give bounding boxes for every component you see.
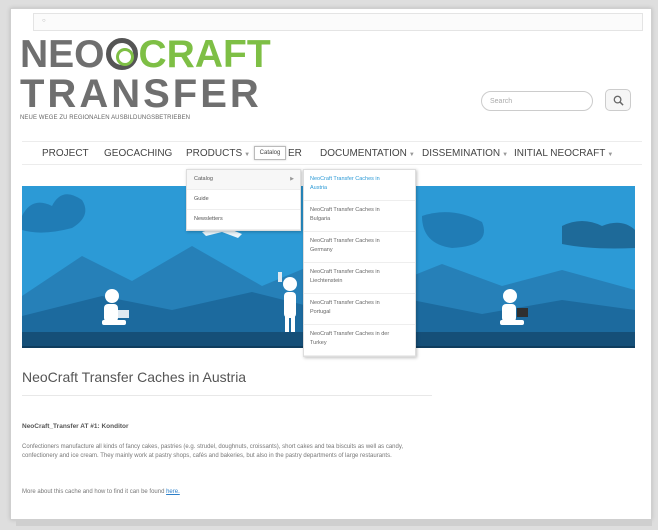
more-info-text: More about this cache and how to find it… — [22, 489, 167, 495]
submenu-line-2: Germany — [310, 247, 333, 253]
menu-item-label: Newsletters — [194, 216, 223, 222]
nav-documentation[interactable]: DOCUMENTATION ▼ — [320, 148, 415, 159]
submenu-line-2: Bulgaria — [310, 216, 331, 222]
menu-item-catalog[interactable]: Catalog ▶ — [187, 170, 300, 190]
submenu-line-2: Liechtenstein — [310, 278, 343, 284]
title-divider — [22, 395, 432, 396]
search-input[interactable]: Search — [481, 91, 593, 111]
submenu-line-2: Austria — [310, 185, 328, 191]
nav-label: PRODUCTS — [186, 148, 243, 159]
nav-partial-item[interactable]: ER — [288, 148, 302, 159]
menu-item-label: Catalog — [194, 176, 213, 182]
main-navigation: PROJECT GEOCACHING PRODUCTS ▼ ER DOCUMENT… — [22, 141, 642, 165]
logo-neo: NEO — [20, 33, 105, 76]
nav-geocaching[interactable]: GEOCACHING — [104, 148, 172, 159]
submenu-item-liechtenstein[interactable]: NeoCraft Transfer Caches in Liechtenstei… — [304, 263, 415, 294]
logo-line-1: NEO CRAFT — [20, 33, 271, 76]
submenu-item-portugal[interactable]: NeoCraft Transfer Caches in Portugal — [304, 294, 415, 325]
menu-item-label: Guide — [194, 196, 209, 202]
more-info-link[interactable]: here. — [166, 489, 180, 495]
browser-address-bar[interactable]: ○ — [33, 13, 643, 31]
menu-item-newsletters[interactable]: Newsletters — [187, 210, 300, 230]
submenu-line-2: Portugal — [310, 309, 331, 315]
search-icon — [613, 95, 624, 106]
chevron-down-icon: ▼ — [244, 152, 251, 158]
page-title: NeoCraft Transfer Caches in Austria — [22, 369, 247, 385]
nav-label: INITIAL NEOCRAFT — [514, 148, 606, 159]
nav-label: PROJECT — [42, 148, 89, 159]
logo-line-2: TRANSFER — [20, 72, 262, 116]
submenu-item-turkey[interactable]: NeoCraft Transfer Caches in der Turkey — [304, 325, 415, 356]
logo-target-icon — [105, 38, 138, 70]
cache-heading: NeoCraft_Transfer AT #1: Konditor — [22, 423, 129, 430]
nav-initial-neocraft[interactable]: INITIAL NEOCRAFT ▼ — [514, 148, 613, 159]
submenu-line-1: NeoCraft Transfer Caches in — [310, 176, 380, 182]
page-bottom-edge — [16, 520, 652, 526]
submenu-line-1: NeoCraft Transfer Caches in — [310, 269, 380, 275]
search-placeholder: Search — [490, 98, 513, 105]
nav-label: GEOCACHING — [104, 148, 173, 159]
menu-item-guide[interactable]: Guide — [187, 190, 300, 210]
site-logo[interactable]: NEO CRAFT TRANSFER NEUE WEGE ZU REGIONALE… — [20, 33, 271, 121]
chevron-down-icon: ▼ — [408, 152, 415, 158]
products-dropdown: Catalog ▶ Guide Newsletters — [186, 169, 301, 231]
nav-label: DOCUMENTATION — [320, 148, 407, 159]
nav-label: ER — [288, 148, 302, 159]
submenu-item-austria[interactable]: NeoCraft Transfer Caches in Austria — [304, 170, 415, 201]
logo-craft: CRAFT — [138, 33, 271, 76]
submenu-item-bulgaria[interactable]: NeoCraft Transfer Caches in Bulgaria — [304, 201, 415, 232]
catalog-submenu: NeoCraft Transfer Caches in Austria NeoC… — [303, 169, 416, 357]
submenu-line-1: NeoCraft Transfer Caches in — [310, 300, 380, 306]
submenu-line-1: NeoCraft Transfer Caches in der — [310, 331, 390, 337]
submenu-line-1: NeoCraft Transfer Caches in — [310, 207, 380, 213]
chevron-down-icon: ▼ — [607, 152, 614, 158]
submenu-line-1: NeoCraft Transfer Caches in — [310, 238, 380, 244]
page-icon: ○ — [42, 18, 46, 24]
more-info-line: More about this cache and how to find it… — [22, 489, 180, 495]
nav-products[interactable]: PRODUCTS ▼ — [186, 148, 250, 159]
nav-dissemination[interactable]: DISSEMINATION ▼ — [422, 148, 508, 159]
submenu-item-germany[interactable]: NeoCraft Transfer Caches in Germany — [304, 232, 415, 263]
hero-cloud — [562, 221, 635, 249]
nav-project[interactable]: PROJECT — [42, 148, 89, 159]
search-button[interactable] — [605, 89, 631, 111]
nav-label: DISSEMINATION — [422, 148, 501, 159]
submenu-line-2: Turkey — [310, 340, 327, 346]
chevron-right-icon: ▶ — [290, 176, 294, 182]
chevron-down-icon: ▼ — [502, 152, 509, 158]
cache-description: Confectioners manufacture all kinds of f… — [22, 444, 404, 459]
catalog-tooltip: Catalog — [254, 146, 286, 160]
